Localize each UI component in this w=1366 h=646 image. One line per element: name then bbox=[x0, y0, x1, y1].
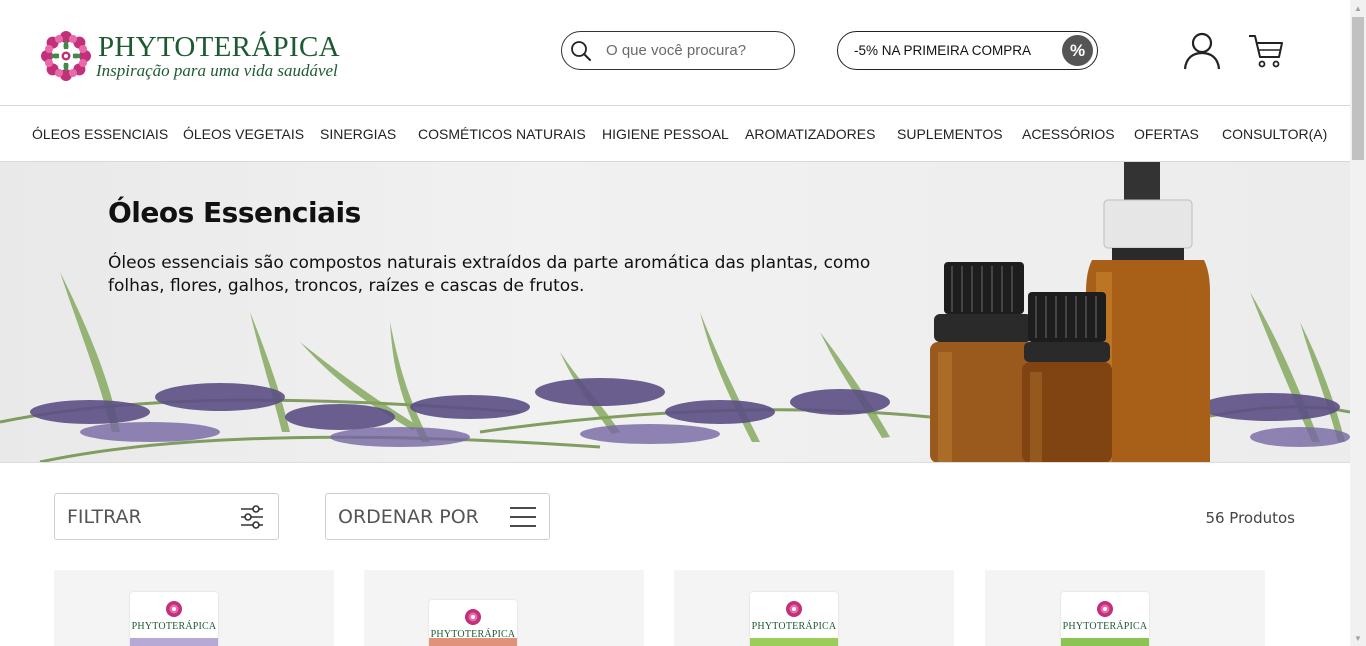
percent-badge-icon: % bbox=[1062, 35, 1093, 66]
product-image: PHYTOTERÁPICA bbox=[130, 592, 218, 646]
product-card[interactable]: PHYTOTERÁPICA bbox=[985, 570, 1265, 646]
category-title: Óleos Essenciais bbox=[108, 196, 361, 229]
nav-item-cosmeticos-naturais[interactable]: COSMÉTICOS NATURAIS bbox=[418, 126, 586, 142]
product-card[interactable]: PHYTOTERÁPICA bbox=[54, 570, 334, 646]
nav-item-consultor[interactable]: CONSULTOR(A) bbox=[1222, 126, 1327, 142]
product-label-band bbox=[130, 638, 218, 646]
mandala-logo-icon bbox=[786, 601, 802, 617]
product-brand: PHYTOTERÁPICA bbox=[1062, 621, 1148, 632]
product-brand: PHYTOTERÁPICA bbox=[751, 621, 837, 632]
product-count: 56 Produtos bbox=[1205, 509, 1295, 527]
product-brand: PHYTOTERÁPICA bbox=[131, 621, 217, 632]
cart-icon[interactable] bbox=[1247, 33, 1285, 69]
user-icon[interactable] bbox=[1182, 31, 1222, 71]
menu-lines-icon bbox=[510, 506, 536, 527]
category-description: Óleos essenciais são compostos naturais … bbox=[108, 253, 871, 296]
nav-item-oleos-vegetais[interactable]: ÓLEOS VEGETAIS bbox=[183, 126, 304, 142]
mandala-logo-icon bbox=[41, 31, 91, 81]
product-image: PHYTOTERÁPICA bbox=[1061, 592, 1149, 646]
sort-label: ORDENAR POR bbox=[338, 505, 479, 528]
scrollbar-thumb[interactable] bbox=[1352, 17, 1364, 160]
promo-label: -5% NA PRIMEIRA COMPRA bbox=[854, 43, 1032, 58]
product-image: PHYTOTERÁPICA bbox=[750, 592, 838, 646]
nav-item-sinergias[interactable]: SINERGIAS bbox=[320, 126, 396, 142]
search-input[interactable] bbox=[606, 42, 786, 59]
brand-tagline: Inspiração para uma vida saudável bbox=[96, 61, 338, 80]
mandala-logo-icon bbox=[465, 609, 481, 625]
mandala-logo-icon bbox=[166, 601, 182, 617]
mandala-logo-icon bbox=[1097, 601, 1113, 617]
search-bar[interactable] bbox=[561, 31, 795, 70]
sliders-icon bbox=[241, 504, 263, 529]
product-label-band bbox=[1061, 638, 1149, 646]
product-label-band bbox=[750, 638, 838, 646]
page-scrollbar[interactable]: ▲ ▼ bbox=[1350, 0, 1366, 646]
nav-item-acessorios[interactable]: ACESSÓRIOS bbox=[1022, 126, 1115, 142]
scroll-down-arrow-icon[interactable]: ▼ bbox=[1350, 630, 1366, 646]
brand-name: PHYTOTERÁPICA bbox=[98, 31, 340, 63]
site-header: PHYTOTERÁPICA Inspiração para uma vida s… bbox=[0, 0, 1350, 106]
filter-label: FILTRAR bbox=[67, 505, 142, 528]
main-navigation: ÓLEOS ESSENCIAIS ÓLEOS VEGETAIS SINERGIA… bbox=[0, 106, 1350, 162]
nav-item-suplementos[interactable]: SUPLEMENTOS bbox=[897, 126, 1003, 142]
nav-item-oleos-essenciais[interactable]: ÓLEOS ESSENCIAIS bbox=[32, 126, 168, 142]
first-purchase-promo[interactable]: -5% NA PRIMEIRA COMPRA % bbox=[837, 31, 1098, 70]
nav-item-aromatizadores[interactable]: AROMATIZADORES bbox=[745, 126, 875, 142]
nav-item-higiene-pessoal[interactable]: HIGIENE PESSOAL bbox=[602, 126, 729, 142]
product-card[interactable]: PHYTOTERÁPICA bbox=[674, 570, 954, 646]
product-image: PHYTOTERÁPICA bbox=[429, 600, 517, 646]
sort-button[interactable]: ORDENAR POR bbox=[325, 493, 550, 540]
nav-item-ofertas[interactable]: OFERTAS bbox=[1134, 126, 1199, 142]
scroll-up-arrow-icon[interactable]: ▲ bbox=[1350, 0, 1366, 16]
brand-logo[interactable]: PHYTOTERÁPICA Inspiração para uma vida s… bbox=[38, 28, 340, 84]
product-label-band bbox=[429, 638, 517, 646]
category-banner: Óleos Essenciais Óleos essenciais são co… bbox=[0, 162, 1350, 463]
product-card[interactable]: PHYTOTERÁPICA bbox=[364, 570, 644, 646]
search-icon[interactable] bbox=[570, 40, 592, 62]
filter-button[interactable]: FILTRAR bbox=[54, 493, 279, 540]
